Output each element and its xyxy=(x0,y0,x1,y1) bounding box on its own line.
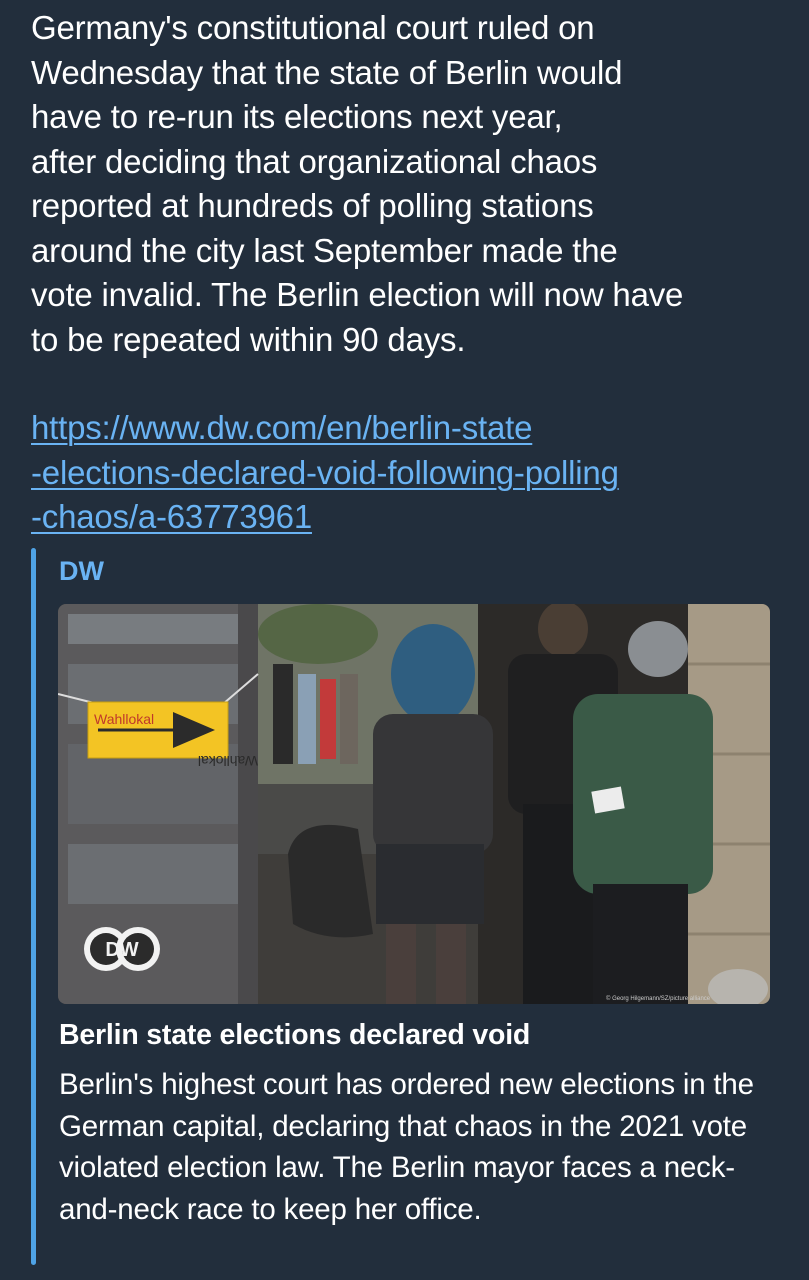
dw-logo-text: DW xyxy=(105,939,138,961)
preview-accent-bar xyxy=(31,548,36,1265)
sign-mirror-text: Wahllokal xyxy=(198,753,258,769)
polling-station-photo: Wahllokal Wahllokal DW © Georg Hilgemann… xyxy=(58,604,770,1004)
sign-text: Wahllokal xyxy=(94,711,154,727)
article-link[interactable]: https://www.dw.com/en/berlin-state -elec… xyxy=(31,406,801,540)
preview-title: Berlin state elections declared void xyxy=(59,1019,531,1051)
message-bubble: Germany's constitutional court ruled on … xyxy=(31,6,801,540)
preview-site-name: DW xyxy=(59,556,104,586)
preview-description: Berlin's highest court has ordered new e… xyxy=(59,1068,754,1226)
preview-image[interactable]: Wahllokal Wahllokal DW © Georg Hilgemann… xyxy=(58,604,770,1004)
link-preview[interactable]: DW Wahllokal Wahllokal DW © Georg Hilgem… xyxy=(31,548,771,1268)
message-text: Germany's constitutional court ruled on … xyxy=(31,9,684,358)
photo-credit: © Georg Hilgemann/SZ/picture alliance xyxy=(606,995,711,1002)
